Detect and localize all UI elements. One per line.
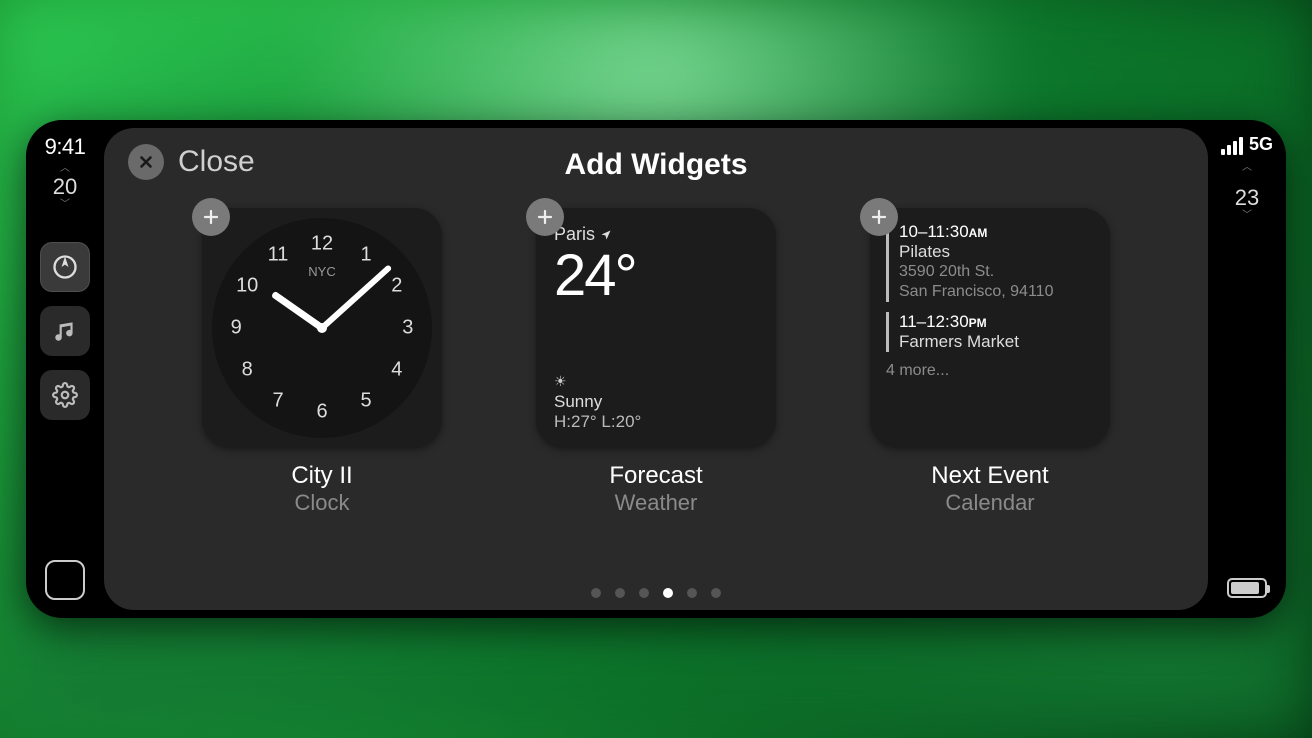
dock-settings-button[interactable] [40, 370, 90, 420]
widget-subtitle: Calendar [945, 490, 1034, 516]
page-dot[interactable] [615, 588, 625, 598]
network-label: 5G [1249, 134, 1273, 155]
battery-icon [1227, 578, 1267, 598]
dock-music-button[interactable] [40, 306, 90, 356]
signal-bars-icon [1221, 137, 1243, 155]
calendar-event: 10–11:30AM Pilates 3590 20th St. San Fra… [886, 222, 1094, 302]
chevron-down-icon: ﹀ [1242, 211, 1252, 221]
add-widget-button[interactable] [860, 198, 898, 236]
right-status-bar: 5G ︿ 23 ﹀ [1208, 120, 1286, 618]
battery-fill [1231, 582, 1259, 594]
settings-icon [52, 382, 78, 408]
dock-maps-button[interactable] [40, 242, 90, 292]
widget-subtitle: Clock [294, 490, 349, 516]
sun-icon: ☀︎ [554, 373, 641, 390]
widget-title: City II [291, 462, 352, 490]
weather-high-low: H:27° L:20° [554, 412, 641, 432]
widget-clock[interactable]: NYC 12 1 2 3 4 5 6 7 8 9 10 [202, 208, 442, 582]
close-label: Close [178, 145, 255, 179]
clock-face: NYC 12 1 2 3 4 5 6 7 8 9 10 [212, 218, 432, 438]
chevron-up-icon: ︿ [60, 164, 70, 174]
app-dock [40, 242, 90, 420]
music-icon [52, 318, 78, 344]
page-dot[interactable] [711, 588, 721, 598]
widget-title: Next Event [931, 462, 1048, 490]
clock-center [317, 323, 327, 333]
right-climate-value[interactable]: 23 [1235, 185, 1259, 211]
weather-location: Paris [554, 224, 758, 245]
left-status-bar: 9:41 ︿ 20 ﹀ [26, 120, 104, 618]
page-dot[interactable] [639, 588, 649, 598]
page-dot[interactable] [687, 588, 697, 598]
calendar-more-label: 4 more... [886, 362, 1094, 380]
maps-icon [51, 253, 79, 281]
chevron-down-icon: ﹀ [60, 200, 70, 210]
close-icon [128, 144, 164, 180]
widget-subtitle: Weather [615, 490, 698, 516]
weather-tile: Paris 24° ☀︎ Sunny H:27° L:20° [536, 208, 776, 448]
clock-hour-hand [271, 291, 324, 331]
left-climate-value[interactable]: 20 [53, 174, 77, 200]
weather-temperature: 24° [554, 247, 758, 305]
chevron-up-icon: ︿ [1242, 163, 1252, 173]
status-time: 9:41 [45, 134, 86, 160]
location-arrow-icon [600, 229, 612, 241]
widget-row: NYC 12 1 2 3 4 5 6 7 8 9 10 [104, 190, 1208, 582]
plus-icon [536, 208, 554, 226]
add-widget-button[interactable] [526, 198, 564, 236]
add-widget-button[interactable] [192, 198, 230, 236]
page-indicator[interactable] [104, 582, 1208, 602]
page-dot[interactable] [591, 588, 601, 598]
clock-city-label: NYC [308, 264, 335, 279]
plus-icon [202, 208, 220, 226]
calendar-tile: 10–11:30AM Pilates 3590 20th St. San Fra… [870, 208, 1110, 448]
calendar-event: 11–12:30PM Farmers Market [886, 312, 1094, 352]
widget-weather[interactable]: Paris 24° ☀︎ Sunny H:27° L:20° Forecast … [536, 208, 776, 582]
panel-header: Close Add Widgets [104, 140, 1208, 190]
widget-title: Forecast [609, 462, 702, 490]
cellular-status: 5G [1221, 134, 1273, 155]
close-button[interactable]: Close [128, 144, 255, 180]
add-widgets-panel: Close Add Widgets NYC 12 1 2 3 [104, 128, 1208, 610]
weather-condition: Sunny [554, 392, 641, 412]
widget-calendar[interactable]: 10–11:30AM Pilates 3590 20th St. San Fra… [870, 208, 1110, 582]
clock-tile: NYC 12 1 2 3 4 5 6 7 8 9 10 [202, 208, 442, 448]
page-title: Add Widgets [564, 148, 747, 182]
page-dot-active[interactable] [663, 588, 673, 598]
plus-icon [870, 208, 888, 226]
home-button[interactable] [45, 560, 85, 600]
carplay-screen: 9:41 ︿ 20 ﹀ Close Add Widgets [26, 120, 1286, 618]
